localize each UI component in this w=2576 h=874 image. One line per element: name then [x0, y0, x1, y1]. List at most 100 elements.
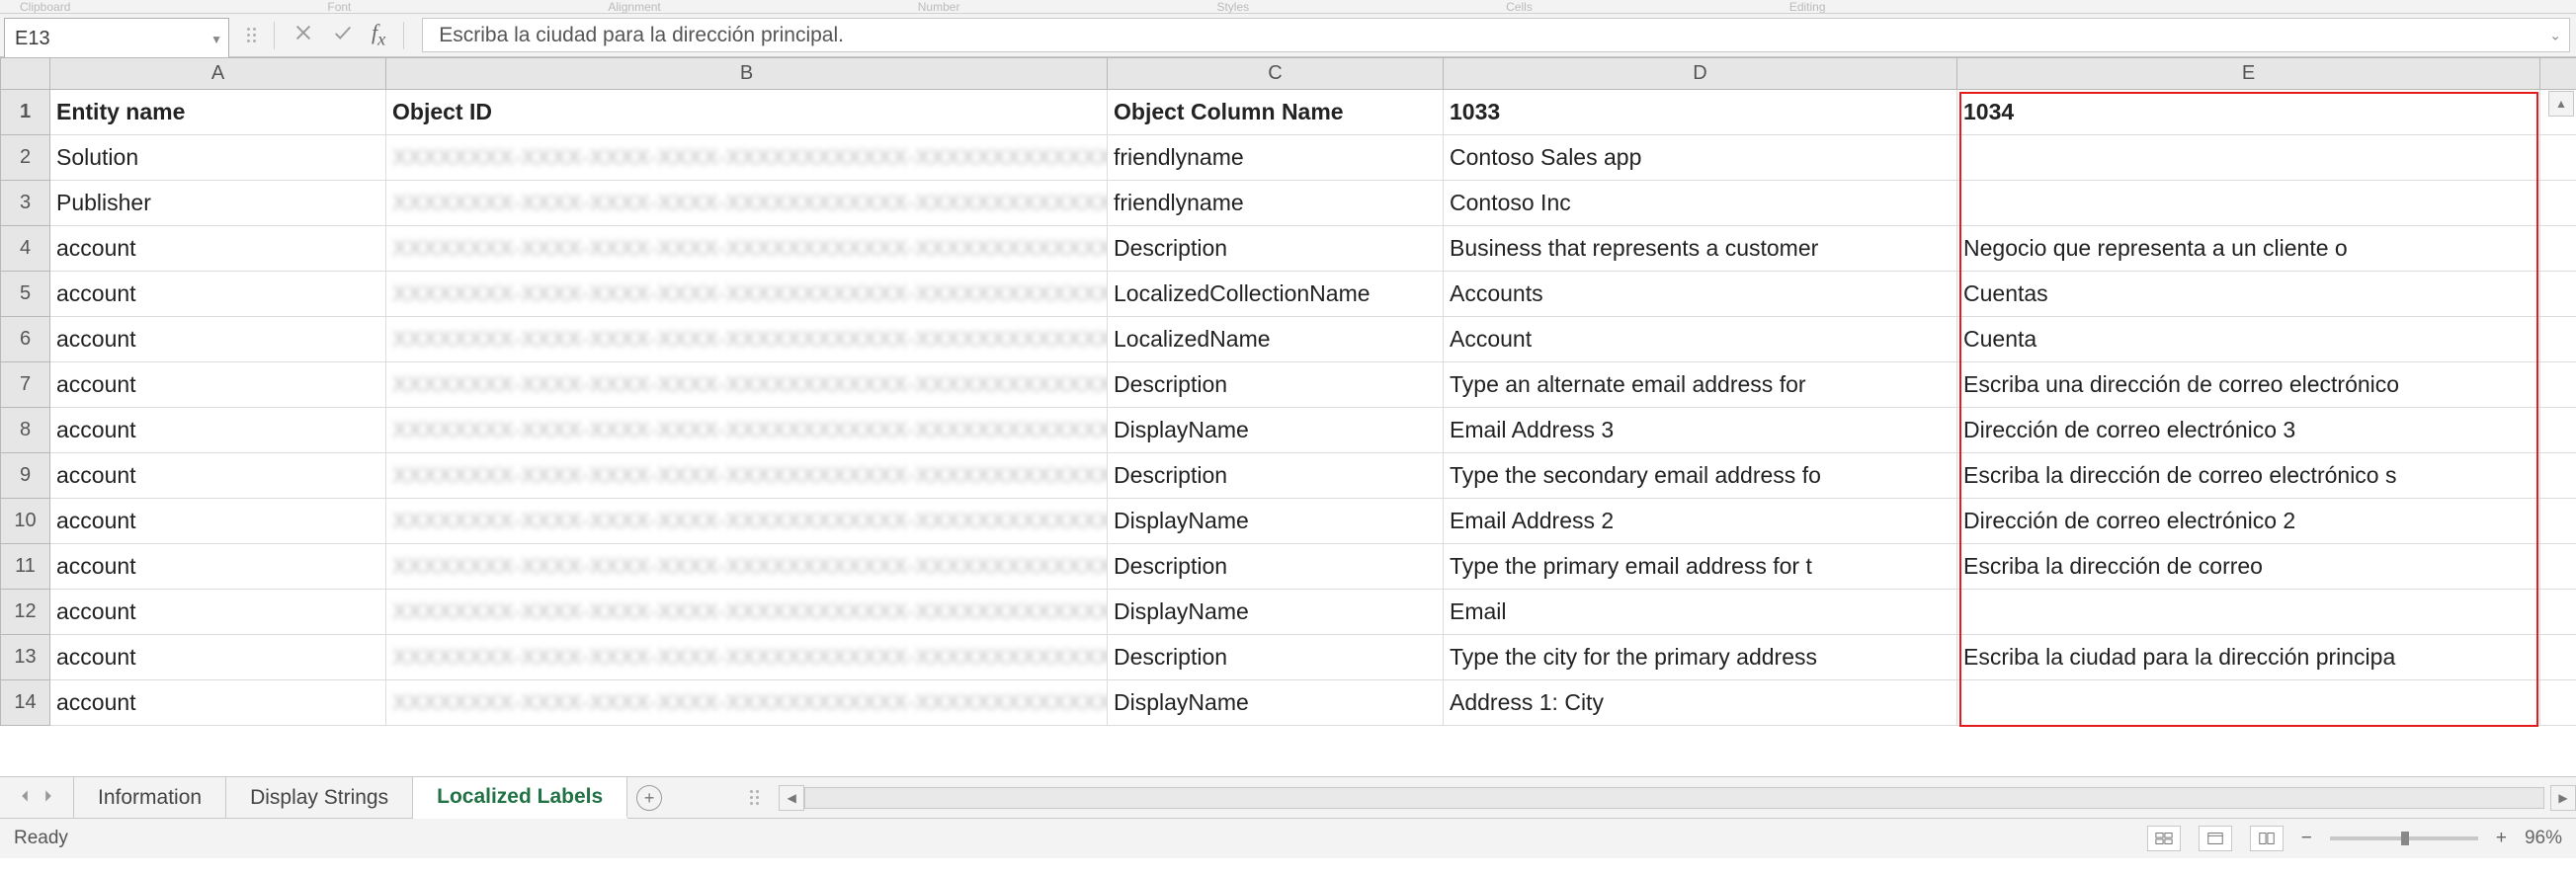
cell-D12[interactable]: Email [1444, 590, 1957, 635]
scroll-right-arrow[interactable]: ▶ [2550, 785, 2576, 811]
cell-C2[interactable]: friendlyname [1108, 135, 1444, 181]
cell-C13[interactable]: Description [1108, 635, 1444, 680]
table-row[interactable]: 5accountXXXXXXXX-XXXX-XXXX-XXXX-XXXXXXXX… [1, 272, 2576, 317]
cell-A7[interactable]: account [50, 362, 386, 408]
cell-E14[interactable] [1957, 680, 2540, 726]
row-header[interactable]: 9 [1, 453, 50, 499]
cell-A12[interactable]: account [50, 590, 386, 635]
cell-A11[interactable]: account [50, 544, 386, 590]
cell-E13[interactable]: Escriba la ciudad para la dirección prin… [1957, 635, 2540, 680]
table-row[interactable]: 8accountXXXXXXXX-XXXX-XXXX-XXXX-XXXXXXXX… [1, 408, 2576, 453]
cell-E3[interactable] [1957, 181, 2540, 226]
cell-B8[interactable]: XXXXXXXX-XXXX-XXXX-XXXX-XXXXXXXXXXXX-XXX… [386, 408, 1108, 453]
col-header-E[interactable]: E [1957, 58, 2540, 90]
horizontal-scrollbar[interactable]: ◀ ▶ [671, 777, 2576, 818]
cell-D4[interactable]: Business that represents a customer [1444, 226, 1957, 272]
row-header[interactable]: 10 [1, 499, 50, 544]
row-header[interactable]: 3 [1, 181, 50, 226]
zoom-slider[interactable] [2330, 836, 2478, 840]
cell-D1[interactable]: 1033 [1444, 90, 1957, 135]
cell-D6[interactable]: Account [1444, 317, 1957, 362]
page-break-view-button[interactable] [2250, 826, 2284, 851]
col-header-D[interactable]: D [1444, 58, 1957, 90]
cell-B11[interactable]: XXXXXXXX-XXXX-XXXX-XXXX-XXXXXXXXXXXX-XXX… [386, 544, 1108, 590]
page-layout-view-button[interactable] [2199, 826, 2232, 851]
cell-C14[interactable]: DisplayName [1108, 680, 1444, 726]
cell-C12[interactable]: DisplayName [1108, 590, 1444, 635]
name-box[interactable]: E13 ▼ [4, 18, 229, 60]
table-row[interactable]: 12accountXXXXXXXX-XXXX-XXXX-XXXX-XXXXXXX… [1, 590, 2576, 635]
cell-E10[interactable]: Dirección de correo electrónico 2 [1957, 499, 2540, 544]
cell-B6[interactable]: XXXXXXXX-XXXX-XXXX-XXXX-XXXXXXXXXXXX-XXX… [386, 317, 1108, 362]
cancel-icon[interactable] [292, 22, 314, 49]
cell-E1[interactable]: 1034 [1957, 90, 2540, 135]
table-row[interactable]: 14accountXXXXXXXX-XXXX-XXXX-XXXX-XXXXXXX… [1, 680, 2576, 726]
cell-E4[interactable]: Negocio que representa a un cliente o [1957, 226, 2540, 272]
row-header[interactable]: 4 [1, 226, 50, 272]
cell-D5[interactable]: Accounts [1444, 272, 1957, 317]
cell-D9[interactable]: Type the secondary email address fo [1444, 453, 1957, 499]
sheet-tab-display-strings[interactable]: Display Strings [226, 777, 413, 818]
col-header-A[interactable]: A [50, 58, 386, 90]
row-header[interactable]: 7 [1, 362, 50, 408]
cell-E9[interactable]: Escriba la dirección de correo electróni… [1957, 453, 2540, 499]
row-header[interactable]: 8 [1, 408, 50, 453]
cell-A14[interactable]: account [50, 680, 386, 726]
tab-prev-icon[interactable] [18, 787, 32, 809]
cell-A10[interactable]: account [50, 499, 386, 544]
cell-D2[interactable]: Contoso Sales app [1444, 135, 1957, 181]
cell-A3[interactable]: Publisher [50, 181, 386, 226]
table-row[interactable]: 2SolutionXXXXXXXX-XXXX-XXXX-XXXX-XXXXXXX… [1, 135, 2576, 181]
splitter-handle-icon[interactable] [750, 790, 759, 805]
add-sheet-button[interactable]: + [627, 777, 671, 818]
cell-C9[interactable]: Description [1108, 453, 1444, 499]
cell-C11[interactable]: Description [1108, 544, 1444, 590]
spreadsheet-grid[interactable]: A B C D E 1Entity nameObject IDObject Co… [0, 57, 2576, 776]
cell-B7[interactable]: XXXXXXXX-XXXX-XXXX-XXXX-XXXXXXXXXXXX-XXX… [386, 362, 1108, 408]
cell-E5[interactable]: Cuentas [1957, 272, 2540, 317]
cell-E12[interactable] [1957, 590, 2540, 635]
cell-C1[interactable]: Object Column Name [1108, 90, 1444, 135]
scrollbar-track[interactable] [804, 787, 2544, 809]
table-row[interactable]: 7accountXXXXXXXX-XXXX-XXXX-XXXX-XXXXXXXX… [1, 362, 2576, 408]
cell-A2[interactable]: Solution [50, 135, 386, 181]
zoom-in-button[interactable]: + [2496, 828, 2507, 849]
cell-D13[interactable]: Type the city for the primary address [1444, 635, 1957, 680]
select-all-corner[interactable] [1, 58, 50, 90]
chevron-down-icon[interactable]: ⌄ [2549, 27, 2561, 43]
cell-B4[interactable]: XXXXXXXX-XXXX-XXXX-XXXX-XXXXXXXXXXXX-XXX… [386, 226, 1108, 272]
cell-C7[interactable]: Description [1108, 362, 1444, 408]
cell-D7[interactable]: Type an alternate email address for [1444, 362, 1957, 408]
cell-E2[interactable] [1957, 135, 2540, 181]
zoom-level[interactable]: 96% [2525, 828, 2562, 849]
cell-C5[interactable]: LocalizedCollectionName [1108, 272, 1444, 317]
cell-D10[interactable]: Email Address 2 [1444, 499, 1957, 544]
cell-B10[interactable]: XXXXXXXX-XXXX-XXXX-XXXX-XXXXXXXXXXXX-XXX… [386, 499, 1108, 544]
cell-B13[interactable]: XXXXXXXX-XXXX-XXXX-XXXX-XXXXXXXXXXXX-XXX… [386, 635, 1108, 680]
tab-next-icon[interactable] [42, 787, 55, 809]
sheet-tab-localized-labels[interactable]: Localized Labels [413, 777, 627, 819]
table-row[interactable]: 1Entity nameObject IDObject Column Name1… [1, 90, 2576, 135]
col-header-C[interactable]: C [1108, 58, 1444, 90]
drag-handle-icon[interactable] [247, 28, 256, 42]
cell-A8[interactable]: account [50, 408, 386, 453]
row-header[interactable]: 2 [1, 135, 50, 181]
cell-A5[interactable]: account [50, 272, 386, 317]
scroll-up-arrow[interactable]: ▲ [2548, 91, 2574, 117]
row-header[interactable]: 1 [1, 90, 50, 135]
sheet-tab-information[interactable]: Information [73, 777, 226, 818]
normal-view-button[interactable] [2147, 826, 2181, 851]
row-header[interactable]: 6 [1, 317, 50, 362]
table-row[interactable]: 3PublisherXXXXXXXX-XXXX-XXXX-XXXX-XXXXXX… [1, 181, 2576, 226]
table-row[interactable]: 10accountXXXXXXXX-XXXX-XXXX-XXXX-XXXXXXX… [1, 499, 2576, 544]
scroll-left-arrow[interactable]: ◀ [779, 785, 804, 811]
cell-A4[interactable]: account [50, 226, 386, 272]
zoom-out-button[interactable]: − [2301, 828, 2312, 849]
row-header[interactable]: 12 [1, 590, 50, 635]
cell-A1[interactable]: Entity name [50, 90, 386, 135]
cell-C4[interactable]: Description [1108, 226, 1444, 272]
col-header-B[interactable]: B [386, 58, 1108, 90]
formula-bar[interactable]: Escriba la ciudad para la dirección prin… [422, 18, 2570, 52]
row-header[interactable]: 11 [1, 544, 50, 590]
cell-C3[interactable]: friendlyname [1108, 181, 1444, 226]
